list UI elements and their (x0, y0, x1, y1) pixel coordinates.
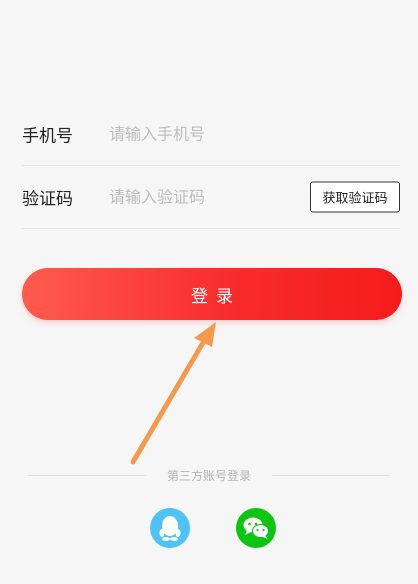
wechat-icon (243, 517, 269, 539)
phone-input[interactable] (109, 124, 299, 144)
qq-login-button[interactable] (150, 508, 190, 548)
wechat-login-button[interactable] (236, 508, 276, 548)
code-input[interactable] (109, 187, 299, 207)
code-label: 验证码 (22, 189, 73, 210)
divider-right (272, 475, 390, 476)
phone-label: 手机号 (22, 126, 73, 147)
code-row: 验证码 获取验证码 (22, 166, 400, 229)
login-button[interactable]: 登录 (22, 268, 402, 320)
third-party-login: 第三方账号登录 (28, 466, 390, 486)
third-party-label: 第三方账号登录 (166, 469, 251, 483)
phone-row: 手机号 (22, 103, 400, 166)
get-code-button[interactable]: 获取验证码 (310, 181, 400, 213)
qq-icon (159, 516, 181, 541)
login-page: 手机号 验证码 获取验证码 登录 第三方账号登录 (0, 0, 418, 584)
